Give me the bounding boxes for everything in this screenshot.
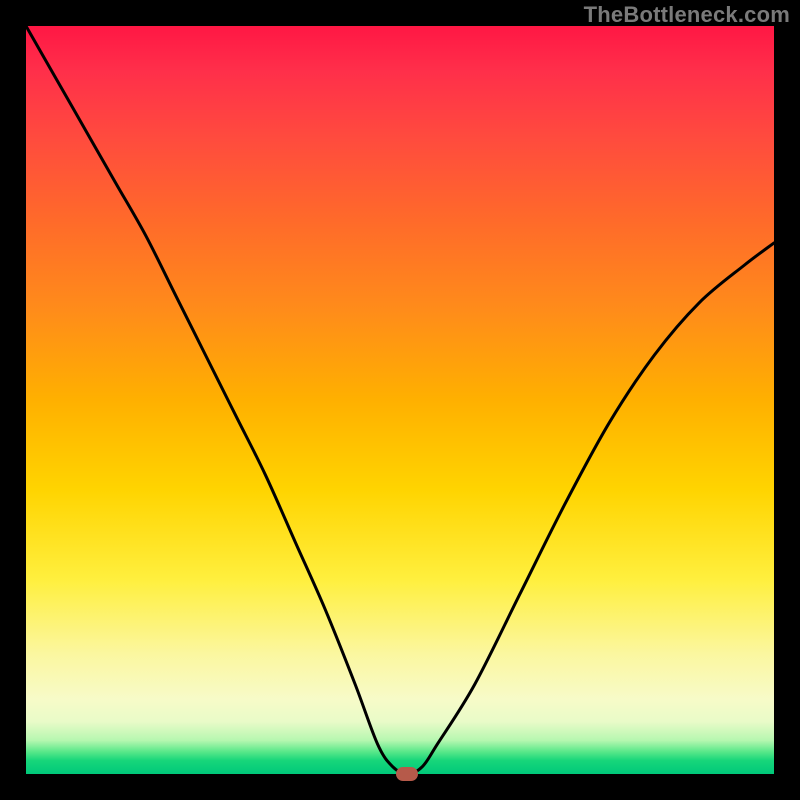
watermark-text: TheBottleneck.com (584, 2, 790, 28)
plot-area (26, 26, 774, 774)
chart-frame: TheBottleneck.com (0, 0, 800, 800)
minimum-marker (396, 767, 418, 781)
bottleneck-curve (26, 26, 774, 774)
